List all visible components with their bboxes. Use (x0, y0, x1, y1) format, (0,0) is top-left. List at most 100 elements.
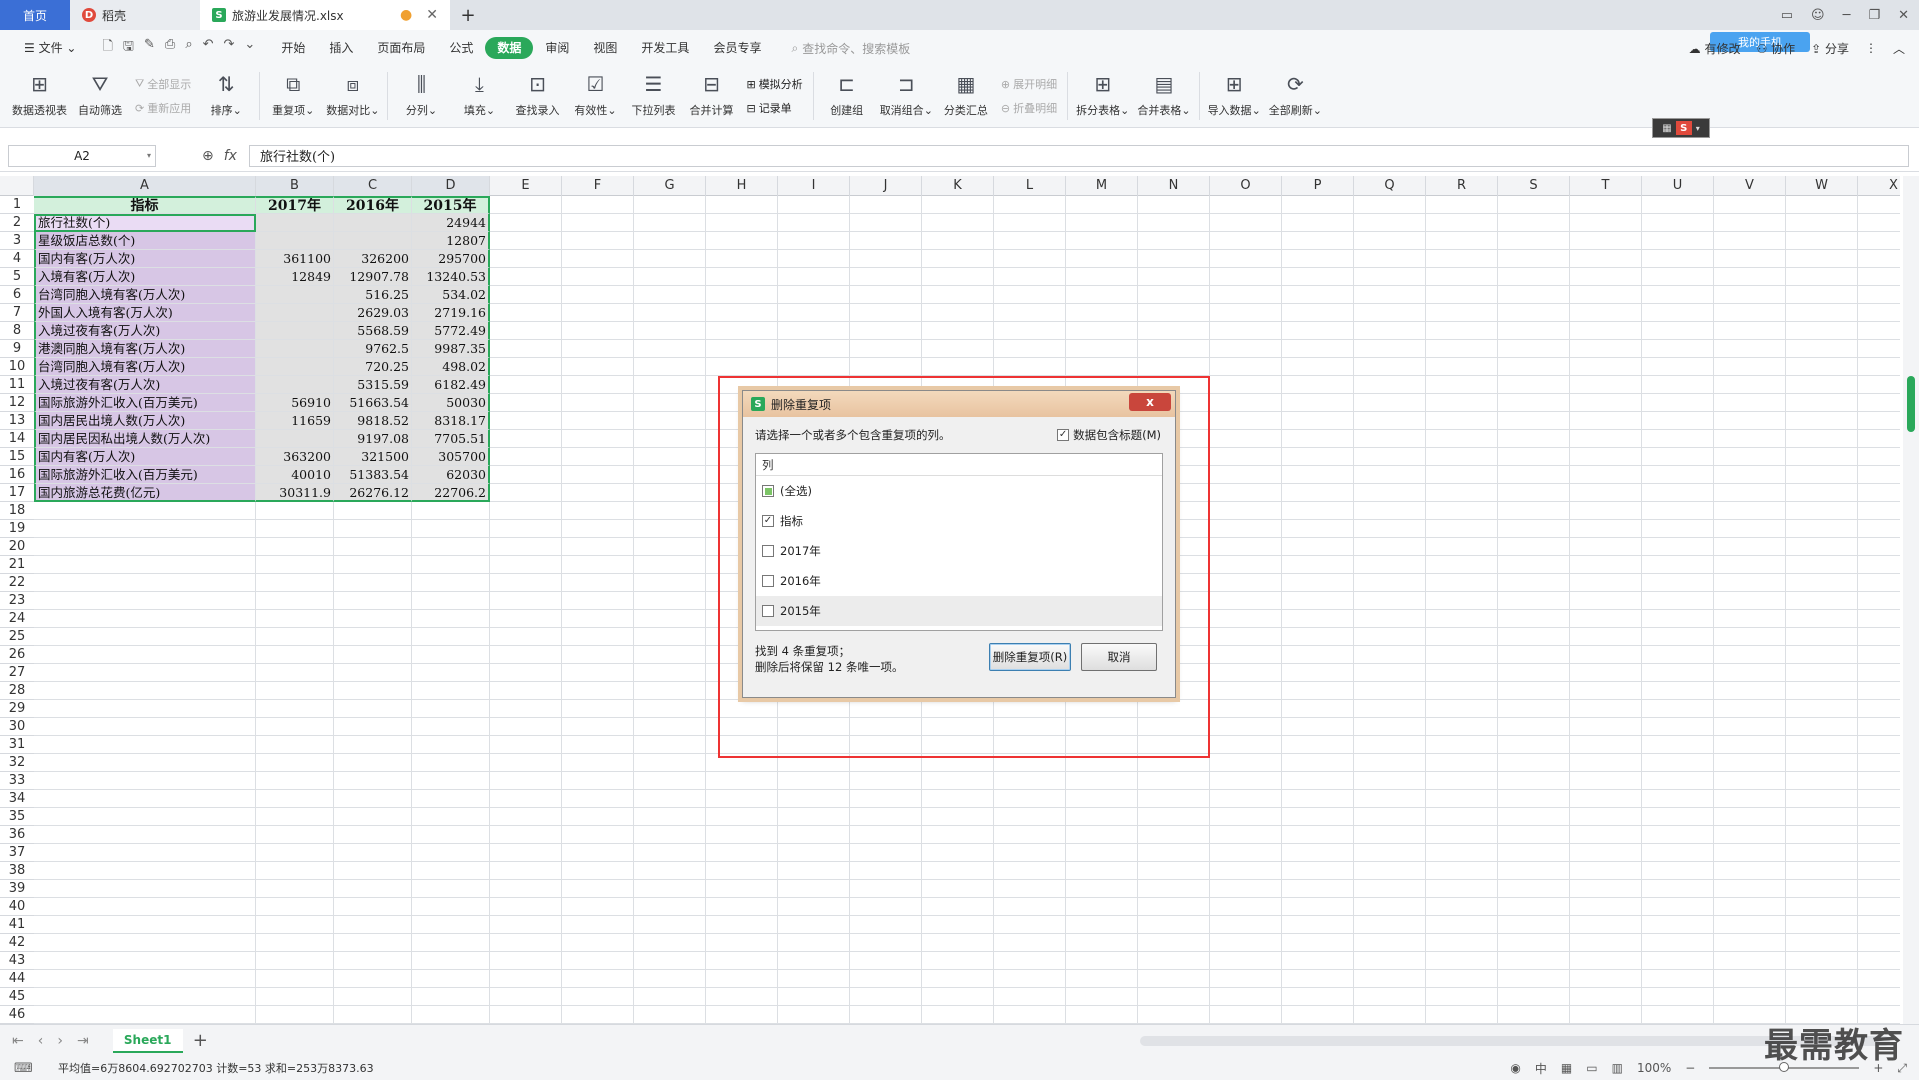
column-header-s[interactable]: S (1498, 176, 1570, 196)
new-tab-button[interactable]: + (450, 0, 486, 30)
add-sheet-button[interactable]: + (193, 1030, 208, 1051)
row-header-5[interactable]: 5 (0, 268, 34, 286)
row-header-34[interactable]: 34 (0, 790, 34, 808)
page-break-view-icon[interactable]: ▥ (1612, 1061, 1623, 1075)
cell-b16[interactable]: 40010 (256, 466, 334, 484)
cell-d16[interactable]: 62030 (412, 466, 490, 484)
cell-c15[interactable]: 321500 (334, 448, 412, 466)
row-header-26[interactable]: 26 (0, 646, 34, 664)
cell-c12[interactable]: 51663.54 (334, 394, 412, 412)
row-header-19[interactable]: 19 (0, 520, 34, 538)
merge-table-button[interactable]: ▤ 合并表格⌄ (1137, 66, 1190, 126)
row-header-41[interactable]: 41 (0, 916, 34, 934)
row-header-25[interactable]: 25 (0, 628, 34, 646)
cell-c5[interactable]: 12907.78 (334, 268, 412, 286)
column-header-d[interactable]: D (412, 176, 490, 196)
cell-d1[interactable]: 2015年 (412, 196, 490, 214)
row-header-38[interactable]: 38 (0, 862, 34, 880)
ime-indicator-icon[interactable]: 中 (1535, 1060, 1547, 1077)
cell-a3[interactable]: 星级饭店总数(个) (34, 232, 256, 250)
last-sheet-icon[interactable]: ⇥ (77, 1033, 89, 1049)
undo-icon[interactable]: ↶ (203, 37, 214, 59)
cell-c1[interactable]: 2016年 (334, 196, 412, 214)
row-header-14[interactable]: 14 (0, 430, 34, 448)
close-tab-icon[interactable]: ✕ (426, 7, 438, 23)
page-layout-view-icon[interactable]: ▭ (1586, 1061, 1597, 1075)
cell-c11[interactable]: 5315.59 (334, 376, 412, 394)
cell-c8[interactable]: 5568.59 (334, 322, 412, 340)
tab-home[interactable]: 首页 (0, 0, 70, 30)
column-header-l[interactable]: L (994, 176, 1066, 196)
print-icon[interactable]: ⎙ (165, 37, 175, 59)
cell-c6[interactable]: 516.25 (334, 286, 412, 304)
record-form-button[interactable]: ⊟ 记录单 (746, 100, 802, 116)
zoom-icon[interactable]: ⊕ (202, 148, 214, 164)
fill-button[interactable]: ⤓ 填充⌄ (454, 66, 504, 126)
row-header-35[interactable]: 35 (0, 808, 34, 826)
cell-b14[interactable] (256, 430, 334, 448)
cell-c2[interactable] (334, 214, 412, 232)
print-preview-icon[interactable]: ⌕ (185, 37, 192, 59)
split-column-button[interactable]: ⫼ 分列⌄ (396, 66, 446, 126)
row-header-6[interactable]: 6 (0, 286, 34, 304)
cell-b3[interactable] (256, 232, 334, 250)
column-header-g[interactable]: G (634, 176, 706, 196)
cell-a10[interactable]: 台湾同胞入境有客(万人次) (34, 358, 256, 376)
normal-view-icon[interactable]: ▦ (1561, 1061, 1572, 1075)
row-header-13[interactable]: 13 (0, 412, 34, 430)
zoom-level[interactable]: 100% (1637, 1061, 1671, 1075)
row-header-40[interactable]: 40 (0, 898, 34, 916)
cell-c14[interactable]: 9197.08 (334, 430, 412, 448)
cell-a15[interactable]: 国内有客(万人次) (34, 448, 256, 466)
cell-d17[interactable]: 22706.2 (412, 484, 490, 502)
cell-c13[interactable]: 9818.52 (334, 412, 412, 430)
name-box[interactable]: A2 ▾ (8, 144, 156, 167)
row-header-39[interactable]: 39 (0, 880, 34, 898)
cell-d12[interactable]: 50030 (412, 394, 490, 412)
share-button[interactable]: ⇪ 分享 (1811, 40, 1849, 57)
column-header-p[interactable]: P (1282, 176, 1354, 196)
row-header-36[interactable]: 36 (0, 826, 34, 844)
cell-a13[interactable]: 国内居民出境人数(万人次) (34, 412, 256, 430)
cell-d11[interactable]: 6182.49 (412, 376, 490, 394)
zoom-slider[interactable] (1709, 1062, 1860, 1072)
row-header-32[interactable]: 32 (0, 754, 34, 772)
format-painter-icon[interactable]: ✎ (144, 37, 155, 59)
cell-c7[interactable]: 2629.03 (334, 304, 412, 322)
customize-icon[interactable]: ⌄ (244, 37, 255, 59)
row-header-30[interactable]: 30 (0, 718, 34, 736)
file-menu[interactable]: ☰ 文件 ⌄ (12, 37, 88, 59)
row-header-23[interactable]: 23 (0, 592, 34, 610)
menu-review[interactable]: 审阅 (533, 37, 581, 59)
cell-a12[interactable]: 国际旅游外汇收入(百万美元) (34, 394, 256, 412)
cell-d2[interactable]: 24944 (412, 214, 490, 232)
cell-a2[interactable]: 旅行社数(个) (34, 214, 256, 232)
cell-b6[interactable] (256, 286, 334, 304)
cell-a6[interactable]: 台湾同胞入境有客(万人次) (34, 286, 256, 304)
row-header-2[interactable]: 2 (0, 214, 34, 232)
column-header-r[interactable]: R (1426, 176, 1498, 196)
row-header-4[interactable]: 4 (0, 250, 34, 268)
cell-d15[interactable]: 305700 (412, 448, 490, 466)
formula-input[interactable]: 旅行社数(个) (248, 144, 1909, 167)
column-header-u[interactable]: U (1642, 176, 1714, 196)
column-header-t[interactable]: T (1570, 176, 1642, 196)
row-header-9[interactable]: 9 (0, 340, 34, 358)
menu-formula[interactable]: 公式 (437, 37, 485, 59)
scroll-thumb[interactable] (1907, 376, 1915, 432)
column-header-v[interactable]: V (1714, 176, 1786, 196)
cell-a7[interactable]: 外国人入境有客(万人次) (34, 304, 256, 322)
avatar[interactable]: ☺ (1811, 8, 1825, 23)
save-icon[interactable]: 🖫 (123, 37, 134, 59)
column-header-o[interactable]: O (1210, 176, 1282, 196)
cell-a11[interactable]: 入境过夜有客(万人次) (34, 376, 256, 394)
cell-b13[interactable]: 11659 (256, 412, 334, 430)
simulate-button[interactable]: ⊞ 模拟分析 (746, 76, 802, 92)
cell-b11[interactable] (256, 376, 334, 394)
sheet-tab-sheet1[interactable]: Sheet1 (112, 1028, 183, 1053)
consolidate-button[interactable]: ⊟ 合并计算 (686, 66, 736, 126)
cell-d10[interactable]: 498.02 (412, 358, 490, 376)
cell-b7[interactable] (256, 304, 334, 322)
column-header-n[interactable]: N (1138, 176, 1210, 196)
menu-developer[interactable]: 开发工具 (629, 37, 701, 59)
